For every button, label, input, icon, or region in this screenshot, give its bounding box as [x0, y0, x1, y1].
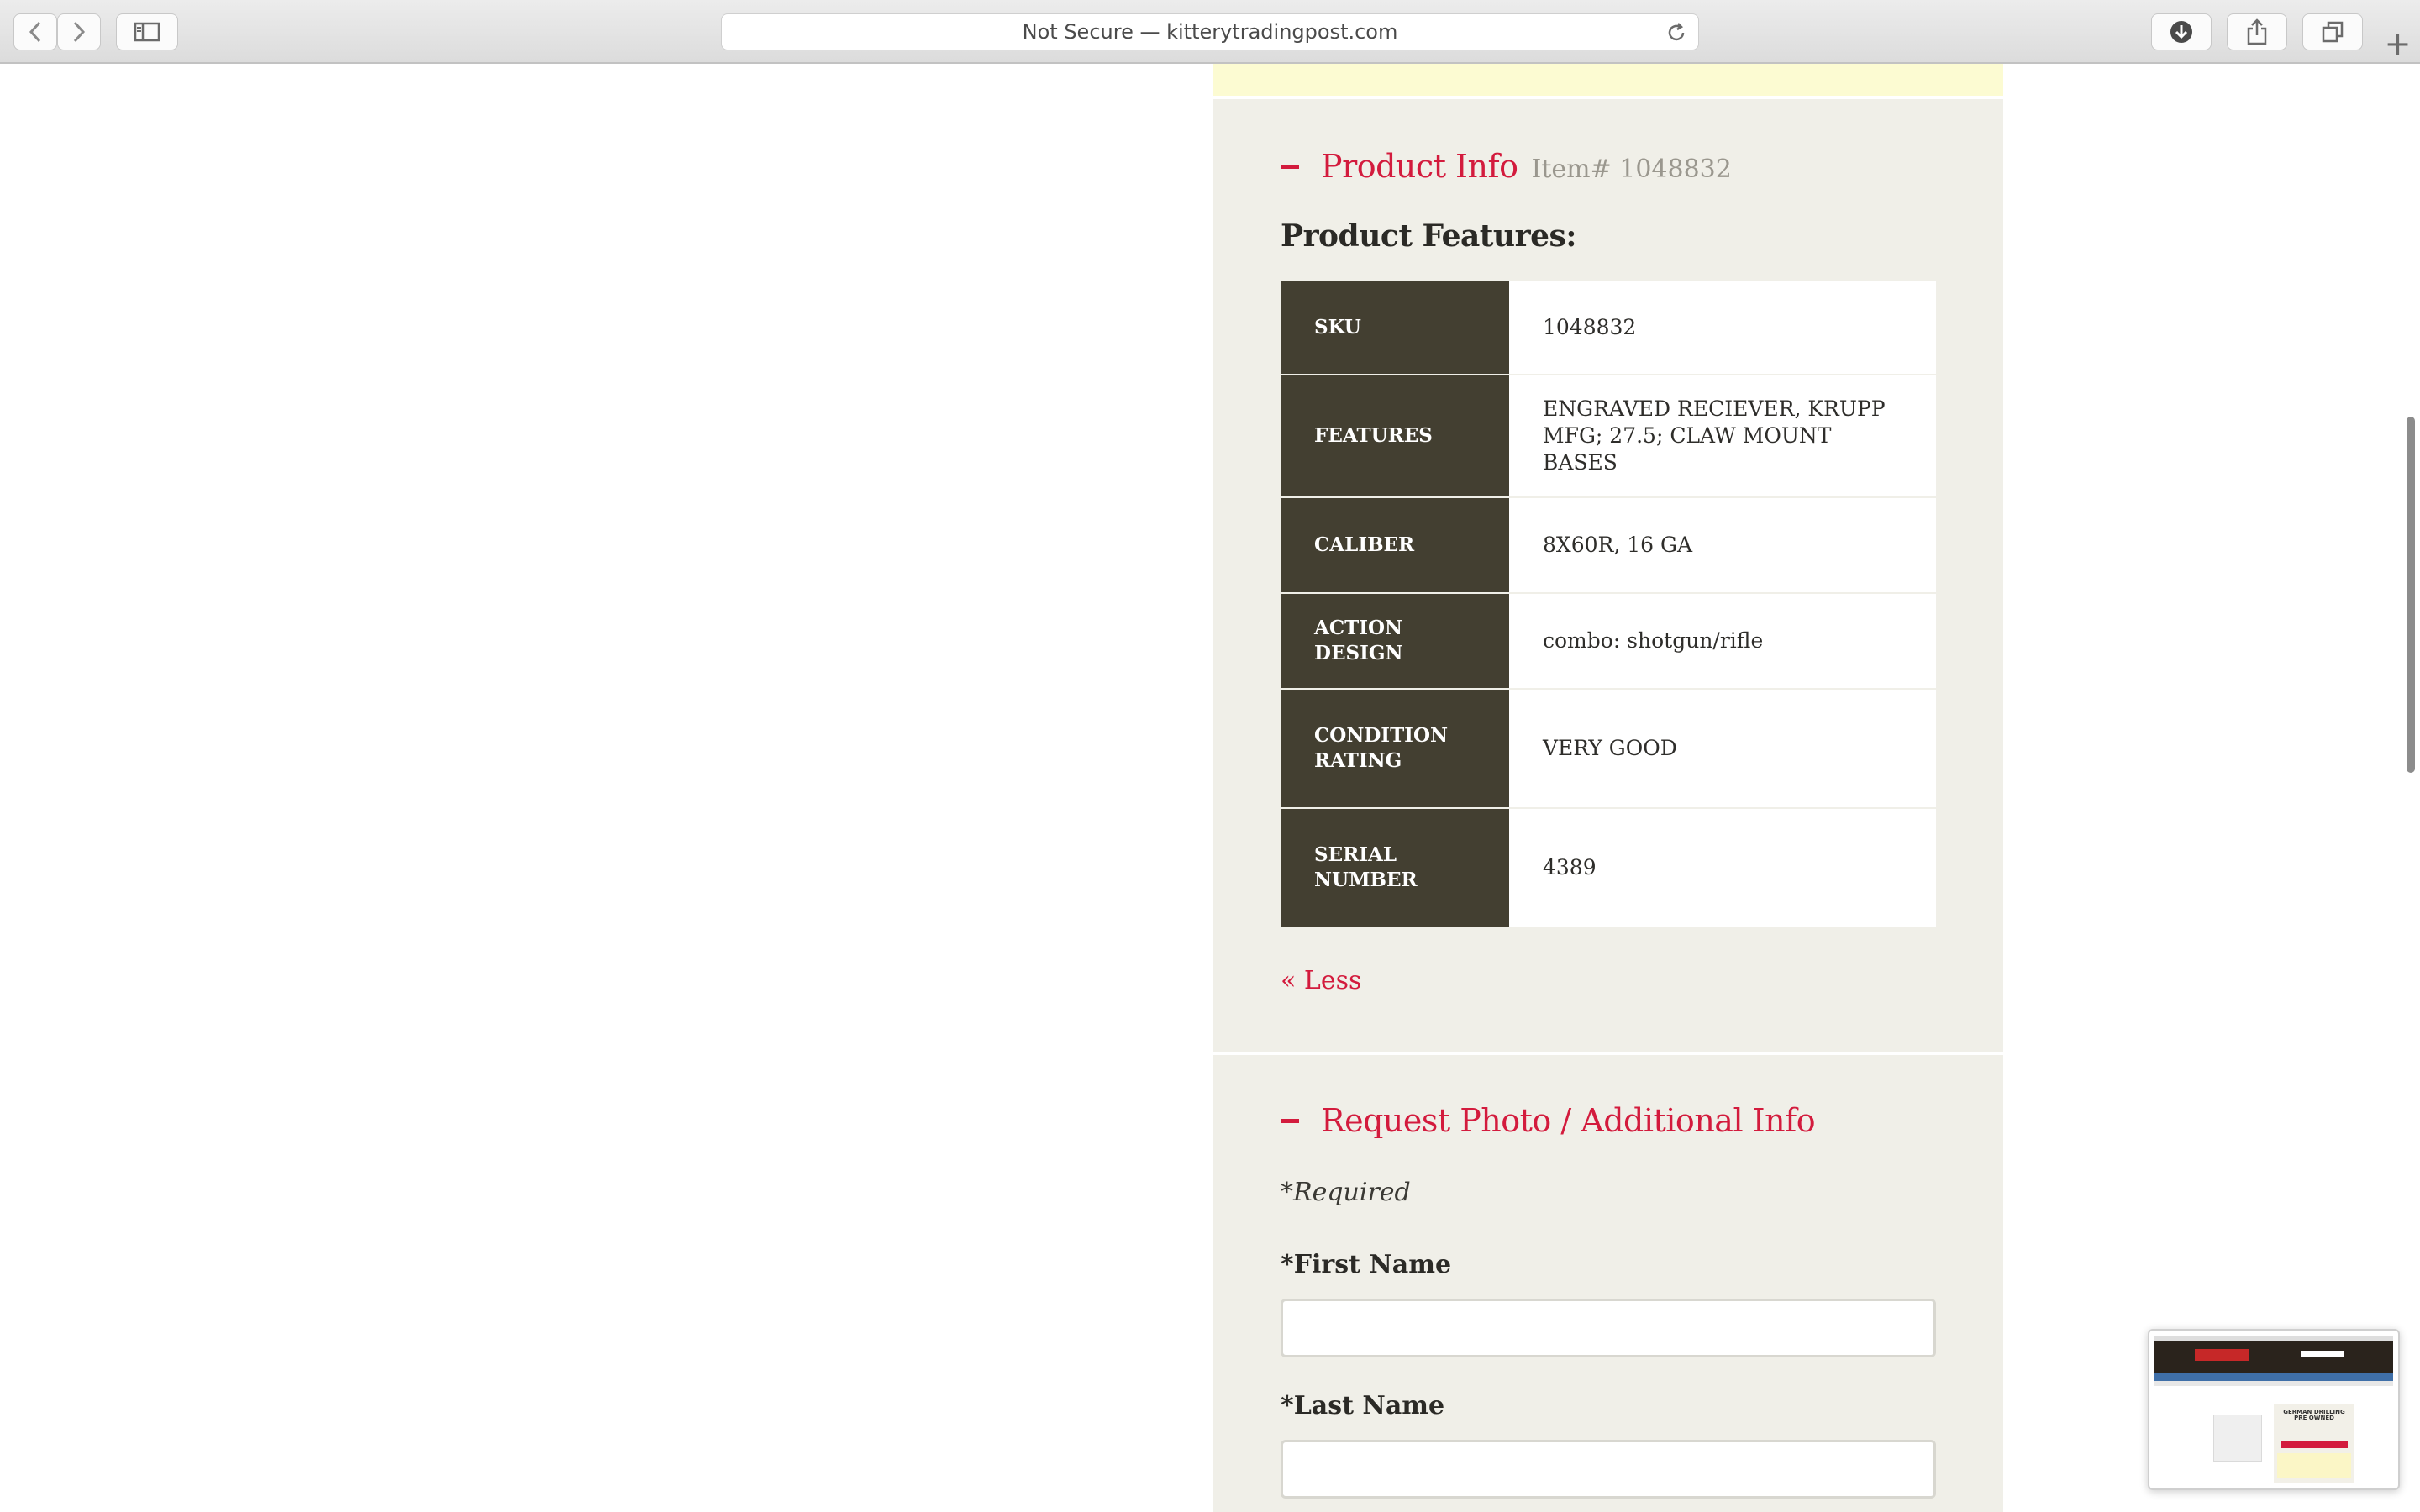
sidebar-icon — [134, 22, 160, 42]
share-icon — [2247, 18, 2267, 45]
thumbnail-logo — [2195, 1349, 2249, 1361]
thumbnail-search — [2301, 1351, 2344, 1357]
thumbnail-banner — [2277, 1453, 2351, 1478]
section-divider — [1213, 1052, 2003, 1055]
spec-value: combo: shotgun/rifle — [1509, 593, 1936, 690]
table-row: FEATURES ENGRAVED RECIEVER, KRUPP MFG; 2… — [1281, 375, 1936, 498]
chevron-left-icon — [29, 21, 41, 43]
plus-icon: + — [2384, 25, 2412, 62]
address-text: Not Secure — kitterytradingpost.com — [1022, 20, 1398, 44]
spec-key: SKU — [1281, 281, 1509, 375]
sidebar-button[interactable] — [116, 13, 178, 50]
spec-key: CONDITION RATING — [1281, 689, 1509, 809]
spec-value: 4389 — [1509, 808, 1936, 928]
reload-icon[interactable] — [1665, 21, 1688, 45]
download-icon — [2170, 21, 2192, 43]
product-features-title: Product Features: — [1281, 218, 1577, 254]
thumbnail-subnav — [2154, 1381, 2393, 1386]
back-button[interactable] — [13, 13, 57, 50]
required-note: *Required — [1281, 1178, 1411, 1207]
tabs-overview-icon — [2322, 21, 2344, 43]
thumbnail-header — [2154, 1341, 2393, 1373]
last-name-input[interactable] — [1281, 1440, 1936, 1499]
collapse-icon[interactable] — [1281, 165, 1299, 169]
spec-key: SERIAL NUMBER — [1281, 808, 1509, 928]
spec-value: VERY GOOD — [1509, 689, 1936, 809]
last-name-label: *Last Name — [1281, 1391, 1445, 1420]
product-info-title: Product Info — [1321, 148, 1518, 185]
request-info-header[interactable]: Request Photo / Additional Info — [1281, 1102, 1816, 1139]
spec-key: ACTION DESIGN — [1281, 593, 1509, 690]
thumbnail-product-image — [2213, 1415, 2262, 1462]
page: Not Secure — kitterytradingpost.com + Pr… — [0, 0, 2420, 1512]
chevron-right-icon — [73, 21, 86, 43]
browser-toolbar: Not Secure — kitterytradingpost.com + — [0, 0, 2420, 64]
scrollbar-thumb[interactable] — [2407, 417, 2415, 773]
share-button[interactable] — [2227, 13, 2287, 50]
product-features-table: SKU 1048832 FEATURES ENGRAVED RECIEVER, … — [1281, 281, 1936, 928]
page-thumbnail[interactable]: GERMAN DRILLING PRE OWNED — [2148, 1329, 2400, 1490]
collapse-icon[interactable] — [1281, 1119, 1299, 1123]
item-number: Item# 1048832 — [1531, 155, 1732, 184]
table-row: CONDITION RATING VERY GOOD — [1281, 689, 1936, 809]
table-row: SKU 1048832 — [1281, 281, 1936, 375]
thumbnail-button — [2281, 1441, 2348, 1448]
tabs-button[interactable] — [2302, 13, 2363, 50]
table-row: SERIAL NUMBER 4389 — [1281, 808, 1936, 928]
spec-key: CALIBER — [1281, 497, 1509, 594]
first-name-label: *First Name — [1281, 1250, 1452, 1279]
thumbnail-nav — [2154, 1373, 2393, 1381]
table-row: CALIBER 8X60R, 16 GA — [1281, 497, 1936, 594]
address-bar[interactable]: Not Secure — kitterytradingpost.com — [721, 13, 1699, 50]
spec-value: 8X60R, 16 GA — [1509, 497, 1936, 594]
spec-value: ENGRAVED RECIEVER, KRUPP MFG; 27.5; CLAW… — [1509, 375, 1936, 498]
request-info-title: Request Photo / Additional Info — [1321, 1102, 1816, 1139]
first-name-input[interactable] — [1281, 1299, 1936, 1357]
table-row: ACTION DESIGN combo: shotgun/rifle — [1281, 593, 1936, 690]
price-banner-strip — [1213, 64, 2003, 99]
less-link[interactable]: « Less — [1281, 966, 1361, 995]
new-tab-button[interactable]: + — [2375, 24, 2420, 64]
spec-key: FEATURES — [1281, 375, 1509, 498]
spec-value: 1048832 — [1509, 281, 1936, 375]
thumbnail-title: GERMAN DRILLING PRE OWNED — [2283, 1409, 2345, 1421]
product-info-header[interactable]: Product Info Item# 1048832 — [1281, 148, 1732, 185]
downloads-button[interactable] — [2151, 13, 2212, 50]
forward-button[interactable] — [57, 13, 101, 50]
